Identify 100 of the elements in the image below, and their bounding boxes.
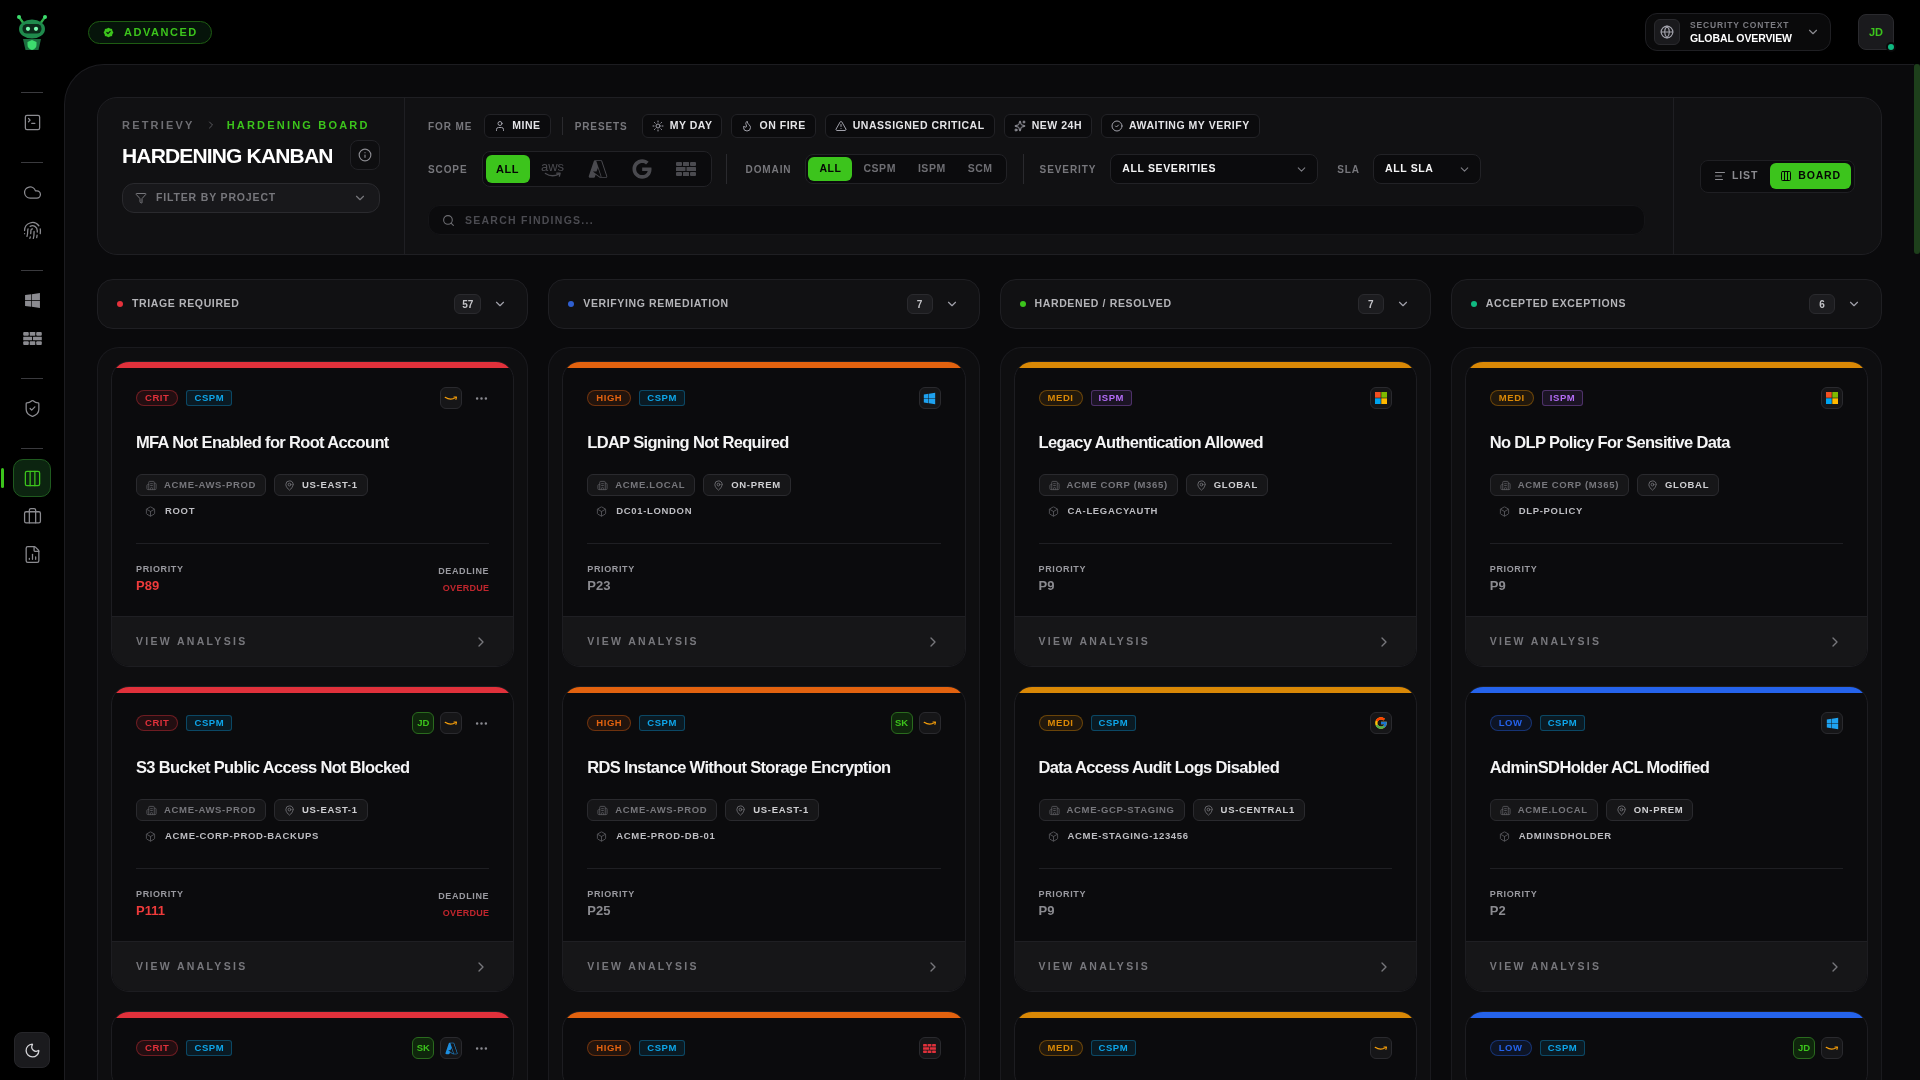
map-pin-icon [1202,804,1214,816]
briefcase-icon [22,506,42,526]
view-analysis-button[interactable]: VIEW ANALYSIS [112,941,514,991]
domain-option[interactable]: ALL [808,157,853,181]
priority-value: P89 [136,578,161,594]
filter-chip[interactable]: ON FIRE [731,114,816,138]
google-g-icon [1369,712,1392,734]
breadcrumb-current: HARDENING BOARD [226,118,370,133]
filter-chip[interactable]: MY DAY [641,114,723,138]
cube-icon [596,830,608,842]
severity-badge: MEDI [1038,1040,1083,1056]
terminal-icon [22,112,42,132]
map-pin-icon [1195,479,1207,491]
severity-badge: CRIT [136,715,179,731]
filter-chip[interactable]: NEW 24H [1003,114,1092,138]
windows-logo-icon [918,387,941,409]
map-pin-icon [284,479,296,491]
domain-badge: CSPM [1090,1040,1137,1056]
sidebar-item[interactable] [13,459,51,497]
cube-icon [1498,505,1510,517]
sla-select[interactable]: ALL SLA [1373,154,1481,184]
level-label: ADVANCED [124,24,198,40]
search-input[interactable]: SEARCH FINDINGS... [428,205,1645,235]
user-avatar[interactable]: JD [1858,14,1894,50]
domain-badge: CSPM [186,390,233,406]
filter-chip[interactable]: MINE [484,114,551,138]
smile-arrow-logo-icon [1369,1037,1392,1059]
view-analysis-button[interactable]: VIEW ANALYSIS [1465,941,1867,991]
scrollbar-thumb[interactable] [1914,64,1920,254]
warning-triangle-icon [834,120,847,132]
resource-name: ROOT [165,503,196,518]
building-icon [146,804,157,816]
domain-option[interactable]: ISPM [906,157,957,181]
user-icon [494,120,507,132]
filter-label: SLA [1337,162,1360,177]
badge-check-icon [102,25,115,39]
info-button[interactable] [350,140,380,171]
resource-name: CA-LEGACYAUTH [1067,503,1159,518]
severity-badge: MEDI [1489,390,1534,406]
view-analysis-button[interactable]: VIEW ANALYSIS [563,941,965,991]
priority-value: P25 [587,903,612,919]
severity-badge: LOW [1489,715,1532,731]
breadcrumb-link[interactable]: RETRIEVY [122,117,195,134]
building-icon [597,479,609,491]
filter-label: PRESETS [574,119,628,134]
view-analysis-button[interactable]: VIEW ANALYSIS [112,616,514,666]
resource-name: ACME-PROD-DB-01 [616,828,716,843]
column-title: VERIFYING REMEDIATION [583,296,729,312]
view-analysis-button[interactable]: VIEW ANALYSIS [1465,616,1867,666]
windows-logo-icon [1821,712,1843,734]
domain-option[interactable]: CSPM [852,157,907,181]
view-analysis-button[interactable]: VIEW ANALYSIS [1014,616,1416,666]
card-title: MFA Not Enabled for Root Account [135,432,390,453]
domain-badge: CSPM [639,390,685,406]
map-pin-icon [1647,479,1658,491]
cube-icon [1047,830,1059,842]
security-context-select[interactable]: SECURITY CONTEXT GLOBAL OVERVIEW [1645,13,1831,51]
assignee-avatar: JD [412,712,435,734]
view-analysis-button[interactable]: VIEW ANALYSIS [1014,941,1416,991]
severity-select[interactable]: ALL SEVERITIES [1110,154,1319,184]
domain-option[interactable]: SCM [956,157,1004,181]
windows-logo-icon [23,291,41,309]
domain-badge: CSPM [1090,715,1137,731]
card-title: S3 Bucket Public Access Not Blocked [135,757,411,778]
filter-label: SEVERITY [1039,162,1097,177]
scope-option[interactable]: ALL [485,155,530,183]
severity-badge: MEDI [1038,390,1083,406]
card-title: No DLP Policy For Sensitive Data [1488,432,1732,453]
account-name: ACME CORP (M365) [1066,477,1168,492]
four-square-logo-icon [1821,387,1843,409]
severity-badge: HIGH [587,715,632,731]
view-toggle-option[interactable]: LIST [1704,163,1769,189]
region-name: US-EAST-1 [302,477,358,492]
priority-label: PRIORITY [1489,563,1538,575]
filter-chip[interactable]: AWAITING MY VERIFY [1101,114,1260,138]
region-name: ON-PREM [731,477,781,492]
domain-badge: CSPM [186,715,233,731]
grid-logo-icon [675,162,696,176]
count-badge: 6 [1809,294,1835,314]
grid-logo-icon [22,331,42,345]
priority-label: PRIORITY [136,888,184,900]
building-icon [1048,479,1060,491]
filter-chip[interactable]: UNASSIGNED CRITICAL [824,114,995,138]
cube-icon [596,505,608,517]
map-pin-icon [284,804,296,816]
resource-name: DLP-POLICY [1518,503,1583,518]
theme-toggle-button[interactable] [14,1032,50,1068]
view-analysis-button[interactable]: VIEW ANALYSIS [563,616,965,666]
azure-logo-icon [440,1037,463,1059]
priority-value: P9 [1038,578,1056,594]
project-filter-select[interactable]: FILTER BY PROJECT [122,183,380,213]
priority-label: PRIORITY [1038,888,1087,900]
google-g-icon [631,159,652,179]
cube-icon [145,505,156,517]
view-toggle-option[interactable]: BOARD [1770,163,1851,189]
region-name: GLOBAL [1213,477,1258,492]
deadline-value: OVERDUE [442,907,490,919]
page-title: HARDENING KANBAN [122,142,333,169]
priority-label: PRIORITY [587,888,635,900]
account-name: ACME-AWS-PROD [164,802,257,817]
